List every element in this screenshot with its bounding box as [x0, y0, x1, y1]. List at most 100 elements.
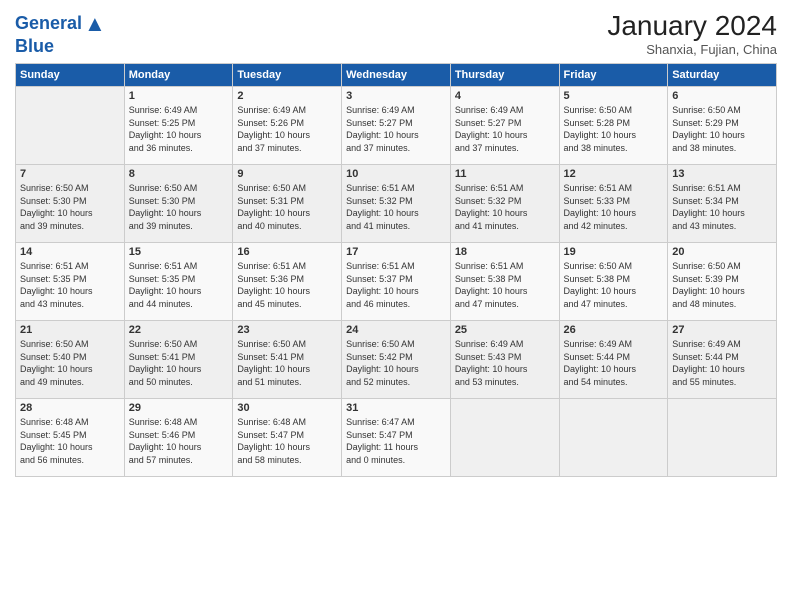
calendar-cell: 27Sunrise: 6:49 AMSunset: 5:44 PMDayligh…	[668, 321, 777, 399]
calendar-cell: 17 Sunrise: 6:51 AMSunset: 5:37 PMDayligh…	[342, 243, 451, 321]
col-saturday: Saturday	[668, 64, 777, 87]
day-number: 21	[20, 324, 120, 336]
calendar-cell: 9Sunrise: 6:50 AMSunset: 5:31 PMDaylight…	[233, 165, 342, 243]
day-info: Sunrise: 6:51 AMSunset: 5:33 PMDaylight:…	[564, 183, 637, 231]
calendar-cell: 15 Sunrise: 6:51 AMSunset: 5:35 PMDayligh…	[124, 243, 233, 321]
calendar-cell: 3 Sunrise: 6:49 AMSunset: 5:27 PMDaylight…	[342, 87, 451, 165]
page-container: General ▲ Blue January 2024 Shanxia, Fuj…	[0, 0, 792, 487]
calendar-cell: 14 Sunrise: 6:51 AMSunset: 5:35 PMDayligh…	[16, 243, 125, 321]
col-friday: Friday	[559, 64, 668, 87]
day-number: 24	[346, 324, 446, 336]
calendar-cell: 6Sunrise: 6:50 AMSunset: 5:29 PMDaylight…	[668, 87, 777, 165]
day-number: 10	[346, 168, 446, 180]
col-thursday: Thursday	[450, 64, 559, 87]
calendar-cell: 31 Sunrise: 6:47 AMSunset: 5:47 PMDayligh…	[342, 399, 451, 477]
day-info: Sunrise: 6:50 AMSunset: 5:30 PMDaylight:…	[129, 183, 202, 231]
day-info: Sunrise: 6:48 AMSunset: 5:47 PMDaylight:…	[237, 417, 310, 465]
day-number: 31	[346, 402, 446, 414]
day-number: 11	[455, 168, 555, 180]
calendar-cell: 10 Sunrise: 6:51 AMSunset: 5:32 PMDayligh…	[342, 165, 451, 243]
day-number: 3	[346, 90, 446, 102]
day-number: 1	[129, 90, 229, 102]
day-number: 30	[237, 402, 337, 414]
calendar-week-1: 1 Sunrise: 6:49 AMSunset: 5:25 PMDaylight…	[16, 87, 777, 165]
day-number: 27	[672, 324, 772, 336]
calendar-cell	[559, 399, 668, 477]
logo-icon: ▲	[84, 11, 106, 37]
logo-text-blue: Blue	[15, 37, 106, 57]
day-number: 7	[20, 168, 120, 180]
day-info: Sunrise: 6:49 AMSunset: 5:44 PMDaylight:…	[564, 339, 637, 387]
day-info: Sunrise: 6:51 AMSunset: 5:32 PMDaylight:…	[346, 183, 419, 231]
day-info: Sunrise: 6:50 AMSunset: 5:42 PMDaylight:…	[346, 339, 419, 387]
calendar-week-4: 21Sunrise: 6:50 AMSunset: 5:40 PMDayligh…	[16, 321, 777, 399]
calendar-cell: 20Sunrise: 6:50 AMSunset: 5:39 PMDayligh…	[668, 243, 777, 321]
calendar-cell: 26 Sunrise: 6:49 AMSunset: 5:44 PMDayligh…	[559, 321, 668, 399]
day-info: Sunrise: 6:50 AMSunset: 5:30 PMDaylight:…	[20, 183, 93, 231]
calendar-week-2: 7 Sunrise: 6:50 AMSunset: 5:30 PMDaylight…	[16, 165, 777, 243]
header: General ▲ Blue January 2024 Shanxia, Fuj…	[15, 10, 777, 57]
calendar-cell	[450, 399, 559, 477]
day-info: Sunrise: 6:51 AMSunset: 5:38 PMDaylight:…	[455, 261, 528, 309]
day-info: Sunrise: 6:49 AMSunset: 5:25 PMDaylight:…	[129, 105, 202, 153]
location-subtitle: Shanxia, Fujian, China	[607, 42, 777, 57]
calendar-cell: 18 Sunrise: 6:51 AMSunset: 5:38 PMDayligh…	[450, 243, 559, 321]
day-number: 18	[455, 246, 555, 258]
day-info: Sunrise: 6:51 AMSunset: 5:37 PMDaylight:…	[346, 261, 419, 309]
calendar-week-5: 28 Sunrise: 6:48 AMSunset: 5:45 PMDayligh…	[16, 399, 777, 477]
day-number: 23	[237, 324, 337, 336]
day-info: Sunrise: 6:49 AMSunset: 5:27 PMDaylight:…	[455, 105, 528, 153]
day-info: Sunrise: 6:50 AMSunset: 5:41 PMDaylight:…	[237, 339, 310, 387]
day-info: Sunrise: 6:51 AMSunset: 5:35 PMDaylight:…	[129, 261, 202, 309]
day-number: 4	[455, 90, 555, 102]
col-tuesday: Tuesday	[233, 64, 342, 87]
col-sunday: Sunday	[16, 64, 125, 87]
calendar-cell: 2 Sunrise: 6:49 AMSunset: 5:26 PMDaylight…	[233, 87, 342, 165]
day-number: 17	[346, 246, 446, 258]
day-info: Sunrise: 6:51 AMSunset: 5:34 PMDaylight:…	[672, 183, 745, 231]
calendar-cell: 25 Sunrise: 6:49 AMSunset: 5:43 PMDayligh…	[450, 321, 559, 399]
day-number: 25	[455, 324, 555, 336]
col-monday: Monday	[124, 64, 233, 87]
day-info: Sunrise: 6:50 AMSunset: 5:31 PMDaylight:…	[237, 183, 310, 231]
day-number: 8	[129, 168, 229, 180]
day-number: 2	[237, 90, 337, 102]
month-title: January 2024	[607, 10, 777, 42]
calendar-cell: 30 Sunrise: 6:48 AMSunset: 5:47 PMDayligh…	[233, 399, 342, 477]
calendar-cell: 11Sunrise: 6:51 AMSunset: 5:32 PMDayligh…	[450, 165, 559, 243]
day-number: 29	[129, 402, 229, 414]
day-info: Sunrise: 6:51 AMSunset: 5:35 PMDaylight:…	[20, 261, 93, 309]
day-number: 28	[20, 402, 120, 414]
calendar-table: Sunday Monday Tuesday Wednesday Thursday…	[15, 63, 777, 477]
day-number: 26	[564, 324, 664, 336]
calendar-cell: 8 Sunrise: 6:50 AMSunset: 5:30 PMDaylight…	[124, 165, 233, 243]
header-row: Sunday Monday Tuesday Wednesday Thursday…	[16, 64, 777, 87]
calendar-cell: 12Sunrise: 6:51 AMSunset: 5:33 PMDayligh…	[559, 165, 668, 243]
day-info: Sunrise: 6:51 AMSunset: 5:36 PMDaylight:…	[237, 261, 310, 309]
calendar-cell: 29 Sunrise: 6:48 AMSunset: 5:46 PMDayligh…	[124, 399, 233, 477]
day-info: Sunrise: 6:47 AMSunset: 5:47 PMDaylight:…	[346, 417, 418, 465]
calendar-week-3: 14 Sunrise: 6:51 AMSunset: 5:35 PMDayligh…	[16, 243, 777, 321]
day-info: Sunrise: 6:50 AMSunset: 5:41 PMDaylight:…	[129, 339, 202, 387]
day-info: Sunrise: 6:48 AMSunset: 5:46 PMDaylight:…	[129, 417, 202, 465]
day-number: 5	[564, 90, 664, 102]
day-info: Sunrise: 6:50 AMSunset: 5:28 PMDaylight:…	[564, 105, 637, 153]
day-number: 22	[129, 324, 229, 336]
day-info: Sunrise: 6:50 AMSunset: 5:38 PMDaylight:…	[564, 261, 637, 309]
day-info: Sunrise: 6:49 AMSunset: 5:43 PMDaylight:…	[455, 339, 528, 387]
calendar-cell: 7 Sunrise: 6:50 AMSunset: 5:30 PMDaylight…	[16, 165, 125, 243]
calendar-cell: 19Sunrise: 6:50 AMSunset: 5:38 PMDayligh…	[559, 243, 668, 321]
day-info: Sunrise: 6:49 AMSunset: 5:26 PMDaylight:…	[237, 105, 310, 153]
calendar-cell	[668, 399, 777, 477]
col-wednesday: Wednesday	[342, 64, 451, 87]
day-info: Sunrise: 6:49 AMSunset: 5:27 PMDaylight:…	[346, 105, 419, 153]
day-number: 13	[672, 168, 772, 180]
calendar-cell: 13 Sunrise: 6:51 AMSunset: 5:34 PMDayligh…	[668, 165, 777, 243]
day-number: 14	[20, 246, 120, 258]
calendar-cell: 1 Sunrise: 6:49 AMSunset: 5:25 PMDaylight…	[124, 87, 233, 165]
day-info: Sunrise: 6:48 AMSunset: 5:45 PMDaylight:…	[20, 417, 93, 465]
calendar-cell: 23 Sunrise: 6:50 AMSunset: 5:41 PMDayligh…	[233, 321, 342, 399]
day-number: 20	[672, 246, 772, 258]
calendar-cell	[16, 87, 125, 165]
day-number: 15	[129, 246, 229, 258]
